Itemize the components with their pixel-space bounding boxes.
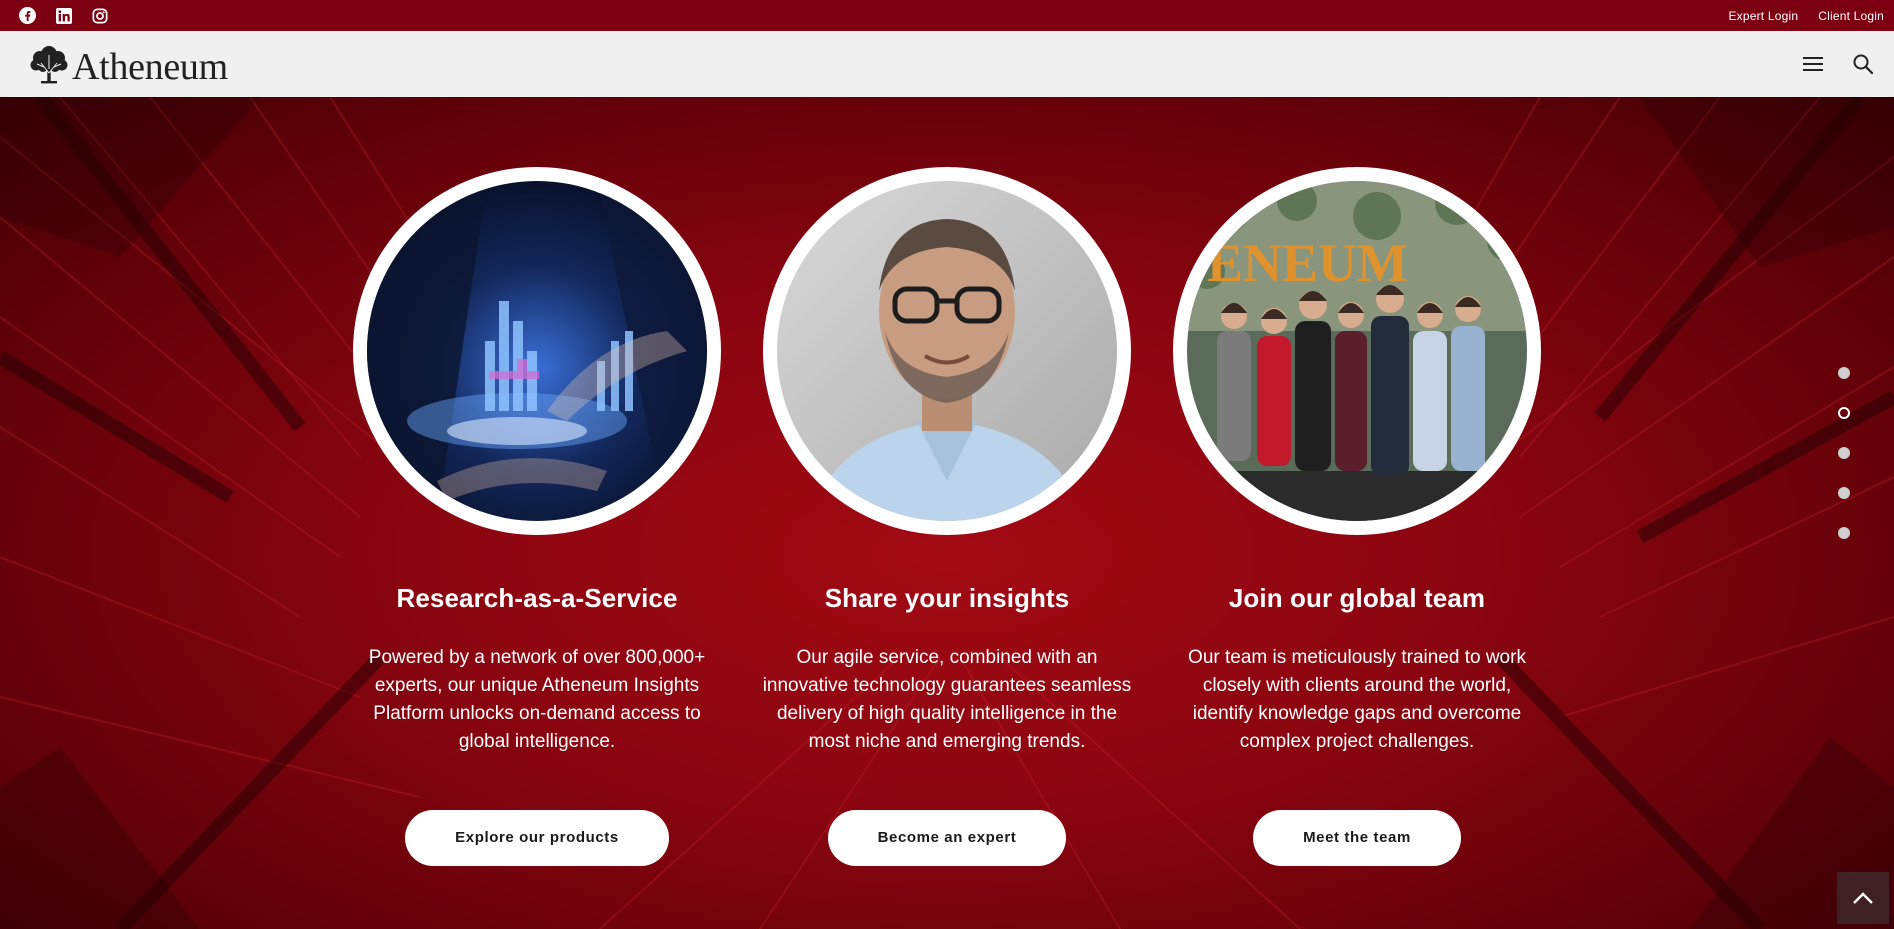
- card-title: Research-as-a-Service: [396, 583, 678, 613]
- instagram-icon[interactable]: [91, 7, 108, 24]
- card-research: Research-as-a-Service Powered by a netwo…: [347, 167, 727, 866]
- card-image-frame: [353, 167, 721, 535]
- client-login-link[interactable]: Client Login: [1818, 9, 1884, 23]
- main-navbar: Atheneum: [0, 31, 1894, 97]
- meet-team-button[interactable]: Meet the team: [1253, 810, 1461, 866]
- card-team: ENEUM Join our global team Our team is m…: [1167, 167, 1547, 866]
- card-text: Our agile service, combined with an inno…: [762, 647, 1132, 752]
- card-title: Join our global team: [1228, 583, 1486, 613]
- card-text: Our team is meticulously trained to work…: [1188, 647, 1526, 752]
- linkedin-icon[interactable]: [55, 7, 72, 24]
- card-title: Share your insights: [824, 583, 1070, 613]
- smiling-expert-portrait-image: [777, 181, 1117, 521]
- chevron-up-icon: [1853, 892, 1873, 904]
- top-bar: Expert Login Client Login: [0, 0, 1894, 31]
- nav-icons: [1802, 53, 1874, 75]
- slide-dot[interactable]: [1838, 367, 1850, 379]
- card-text: Powered by a network of over 800,000+ ex…: [368, 647, 706, 752]
- slide-dot[interactable]: [1838, 527, 1850, 539]
- team-group-photo-image: ENEUM: [1187, 181, 1527, 521]
- brand-logo[interactable]: Atheneum: [28, 42, 228, 86]
- search-icon[interactable]: [1852, 53, 1874, 75]
- scroll-to-top-button[interactable]: [1837, 872, 1889, 924]
- brand-name: Atheneum: [72, 46, 228, 88]
- social-links: [19, 7, 108, 24]
- explore-products-button[interactable]: Explore our products: [405, 810, 669, 866]
- slide-pagination: [1838, 367, 1850, 539]
- card-image-frame: [763, 167, 1131, 535]
- facebook-icon[interactable]: [19, 7, 36, 24]
- hero-section: Research-as-a-Service Powered by a netwo…: [0, 97, 1894, 929]
- card-insights: Share your insights Our agile service, c…: [757, 167, 1137, 866]
- slide-dot-active[interactable]: [1838, 407, 1850, 419]
- hamburger-menu-icon[interactable]: [1802, 55, 1824, 73]
- slide-dot[interactable]: [1838, 447, 1850, 459]
- become-expert-button[interactable]: Become an expert: [827, 810, 1067, 866]
- svg-text:ENEUM: ENEUM: [1207, 233, 1408, 293]
- digital-analytics-hands-image: [367, 181, 707, 521]
- slide-dot[interactable]: [1838, 487, 1850, 499]
- login-links: Expert Login Client Login: [1728, 9, 1884, 23]
- card-image-frame: ENEUM: [1173, 167, 1541, 535]
- expert-login-link[interactable]: Expert Login: [1728, 9, 1798, 23]
- tree-logo-icon: [30, 46, 68, 84]
